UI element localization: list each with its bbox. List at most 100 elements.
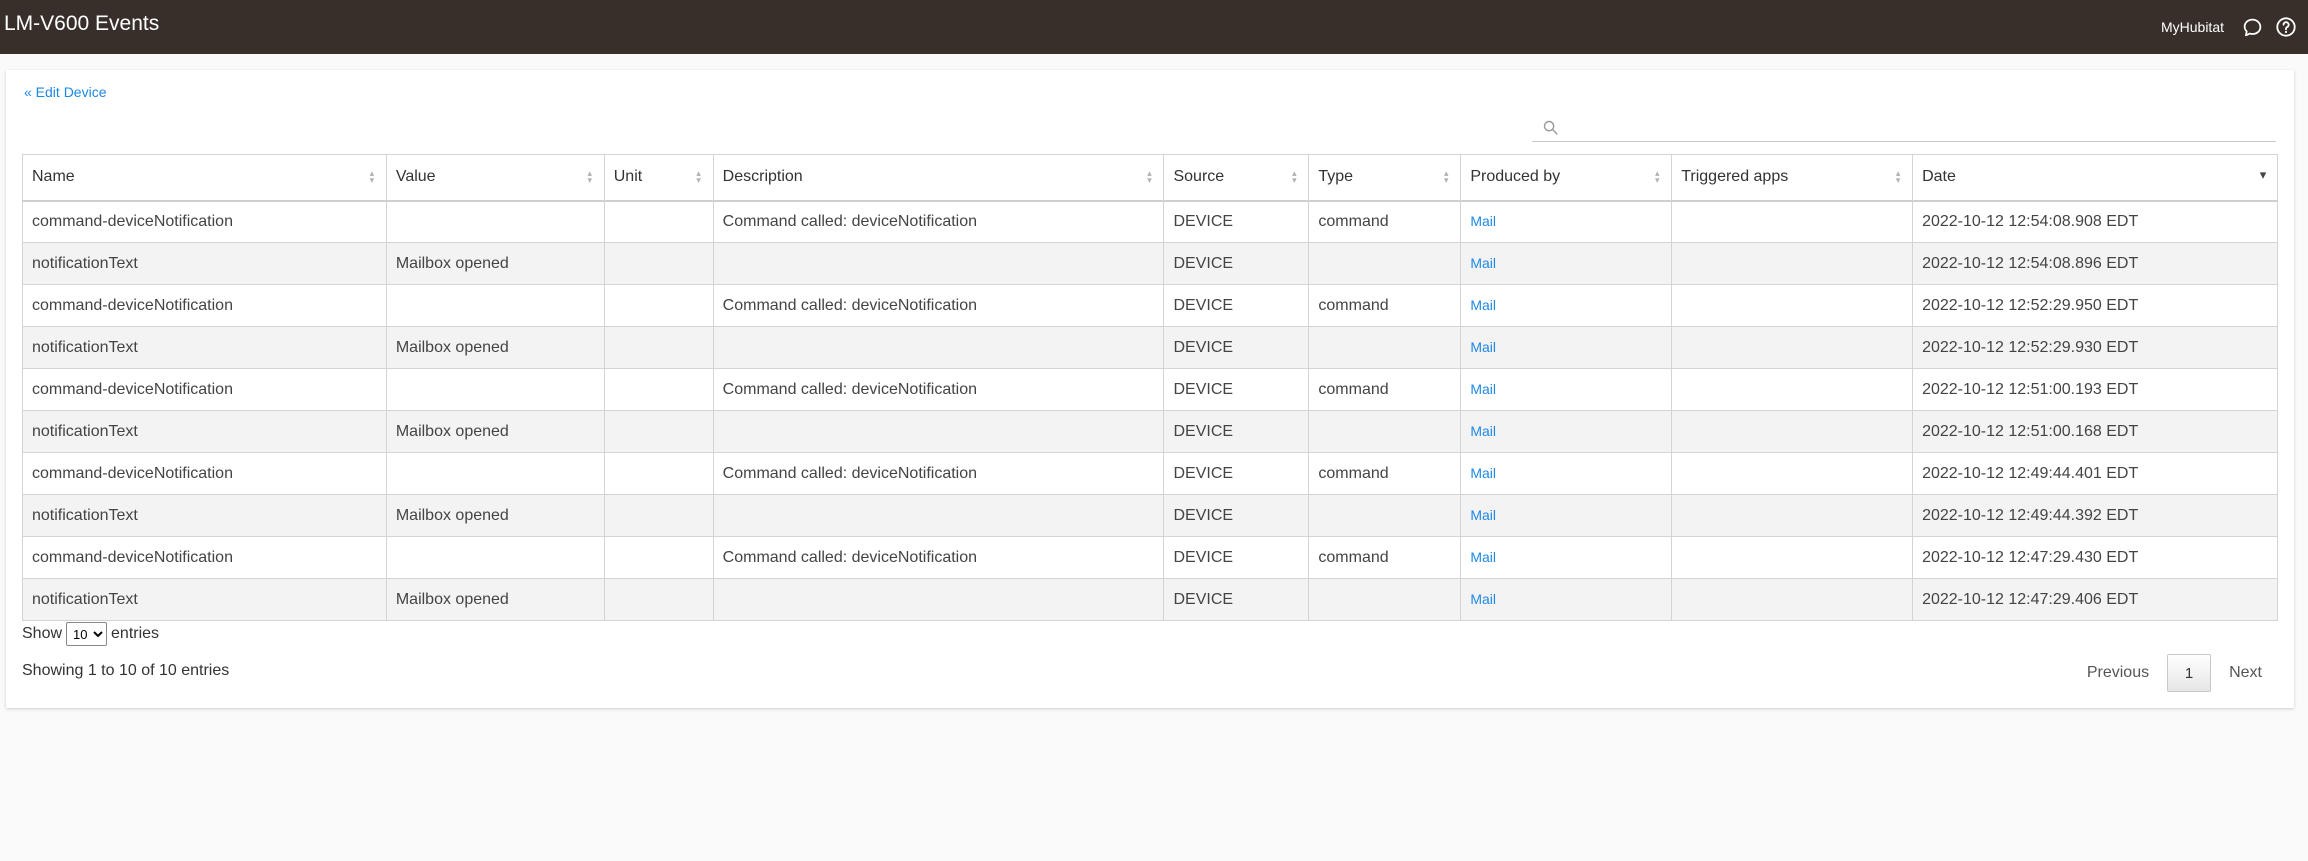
- column-header-date[interactable]: Date ▾: [1912, 154, 2278, 202]
- cell-date: 2022-10-12 12:47:29.406 EDT: [1912, 578, 2278, 621]
- produced-by-link[interactable]: Mail: [1470, 591, 1496, 607]
- cell-produced-by: Mail: [1460, 200, 1673, 243]
- produced-by-link[interactable]: Mail: [1470, 381, 1496, 397]
- cell-type: [1308, 578, 1462, 621]
- cell-value: Mailbox opened: [385, 410, 605, 453]
- column-header-label: Date: [1922, 168, 1956, 186]
- previous-page-button[interactable]: Previous: [2069, 664, 2167, 682]
- column-header-label: Produced by: [1470, 168, 1561, 186]
- cell-date: 2022-10-12 12:51:00.193 EDT: [1912, 368, 2278, 411]
- cell-description: Command called: deviceNotification: [712, 452, 1165, 495]
- cell-description: [712, 494, 1165, 537]
- cell-type: command: [1308, 536, 1462, 579]
- table-row: notificationText Mailbox opened DEVICE Mail…: [22, 326, 2278, 369]
- column-header-label: Name: [32, 168, 75, 186]
- cell-produced-by: Mail: [1460, 242, 1673, 285]
- sort-both-icon: ▴ ▾: [1654, 168, 1660, 185]
- entries-per-page-select[interactable]: 10: [66, 622, 108, 646]
- column-header-unit[interactable]: Unit ▴ ▾: [603, 154, 714, 202]
- produced-by-link[interactable]: Mail: [1470, 339, 1496, 355]
- cell-description: Command called: deviceNotification: [712, 200, 1165, 243]
- cell-produced-by: Mail: [1460, 284, 1673, 327]
- chat-bubble-icon[interactable]: [2240, 15, 2264, 39]
- table-row: notificationText Mailbox opened DEVICE Mail…: [22, 410, 2278, 453]
- column-header-label: Source: [1173, 168, 1225, 186]
- table-row: command-deviceNotification Command called…: [22, 452, 2278, 495]
- table-row: command-deviceNotification Command called…: [22, 536, 2278, 579]
- cell-unit: [603, 368, 714, 411]
- produced-by-link[interactable]: Mail: [1470, 465, 1496, 481]
- column-header-label: Value: [395, 168, 436, 186]
- cell-name: command-deviceNotification: [22, 452, 387, 495]
- search-input[interactable]: [1564, 116, 2264, 140]
- cell-source: DEVICE: [1163, 242, 1310, 285]
- next-page-button[interactable]: Next: [2211, 664, 2280, 682]
- edit-device-link[interactable]: « Edit Device: [24, 84, 106, 100]
- page-title: LM-V600 Events: [4, 12, 160, 35]
- cell-unit: [603, 494, 714, 537]
- top-bar-actions: MyHubitat: [2161, 0, 2298, 54]
- sort-both-icon: ▴ ▾: [1292, 168, 1297, 185]
- cell-unit: [603, 200, 714, 243]
- table-row: command-deviceNotification Command called…: [22, 200, 2278, 243]
- cell-source: DEVICE: [1163, 536, 1310, 579]
- table-info: Showing 1 to 10 of 10 entries: [22, 662, 230, 679]
- search-box: [1532, 114, 2276, 142]
- cell-produced-by: Mail: [1460, 368, 1673, 411]
- cell-triggered-apps: [1671, 452, 1914, 495]
- column-header-type[interactable]: Type ▴ ▾: [1308, 154, 1462, 202]
- cell-value: Mailbox opened: [385, 326, 605, 369]
- table-row: notificationText Mailbox opened DEVICE Mail…: [22, 242, 2278, 285]
- cell-date: 2022-10-12 12:47:29.430 EDT: [1912, 536, 2278, 579]
- cell-triggered-apps: [1671, 410, 1914, 453]
- cell-type: [1308, 326, 1462, 369]
- produced-by-link[interactable]: Mail: [1470, 423, 1496, 439]
- cell-produced-by: Mail: [1460, 452, 1673, 495]
- cell-triggered-apps: [1671, 536, 1914, 579]
- sort-both-icon: ▴ ▾: [369, 168, 375, 185]
- hub-name[interactable]: MyHubitat: [2161, 19, 2224, 35]
- cell-date: 2022-10-12 12:52:29.930 EDT: [1912, 326, 2278, 369]
- cell-value: Mailbox opened: [385, 242, 605, 285]
- cell-unit: [603, 578, 714, 621]
- cell-unit: [603, 452, 714, 495]
- sort-both-icon: ▴ ▾: [696, 168, 701, 185]
- cell-type: command: [1308, 368, 1462, 411]
- column-header-produced-by[interactable]: Produced by ▴ ▾: [1460, 154, 1673, 202]
- events-table: Name ▴ ▾ Value ▴ ▾ Unit ▴ ▾ Description ▴ ▾ Sour…: [22, 154, 2278, 621]
- help-circle-icon[interactable]: [2274, 15, 2298, 39]
- column-header-source[interactable]: Source ▴ ▾: [1163, 154, 1310, 202]
- cell-unit: [603, 242, 714, 285]
- cell-name: command-deviceNotification: [22, 536, 387, 579]
- column-header-name[interactable]: Name ▴ ▾: [22, 154, 387, 202]
- produced-by-link[interactable]: Mail: [1470, 549, 1496, 565]
- column-header-triggered-apps[interactable]: Triggered apps ▴ ▾: [1671, 154, 1914, 202]
- sort-both-icon: ▴ ▾: [587, 168, 593, 185]
- cell-type: command: [1308, 284, 1462, 327]
- current-page-button[interactable]: 1: [2167, 654, 2212, 692]
- cell-description: [712, 326, 1165, 369]
- column-header-description[interactable]: Description ▴ ▾: [712, 154, 1165, 202]
- cell-value: [385, 200, 605, 243]
- cell-date: 2022-10-12 12:54:08.908 EDT: [1912, 200, 2278, 243]
- column-header-label: Triggered apps: [1681, 168, 1789, 186]
- produced-by-link[interactable]: Mail: [1470, 507, 1496, 523]
- cell-name: command-deviceNotification: [22, 368, 387, 411]
- length-prefix: Show: [22, 625, 63, 642]
- cell-unit: [603, 284, 714, 327]
- cell-source: DEVICE: [1163, 368, 1310, 411]
- cell-name: notificationText: [22, 326, 387, 369]
- cell-triggered-apps: [1671, 242, 1914, 285]
- cell-description: Command called: deviceNotification: [712, 284, 1165, 327]
- produced-by-link[interactable]: Mail: [1470, 213, 1496, 229]
- produced-by-link[interactable]: Mail: [1470, 255, 1496, 271]
- cell-source: DEVICE: [1163, 284, 1310, 327]
- column-header-value[interactable]: Value ▴ ▾: [385, 154, 605, 202]
- cell-type: command: [1308, 200, 1462, 243]
- cell-triggered-apps: [1671, 326, 1914, 369]
- cell-produced-by: Mail: [1460, 494, 1673, 537]
- produced-by-link[interactable]: Mail: [1470, 297, 1496, 313]
- cell-triggered-apps: [1671, 578, 1914, 621]
- cell-description: [712, 242, 1165, 285]
- events-table-body: command-deviceNotification Command called…: [22, 200, 2278, 621]
